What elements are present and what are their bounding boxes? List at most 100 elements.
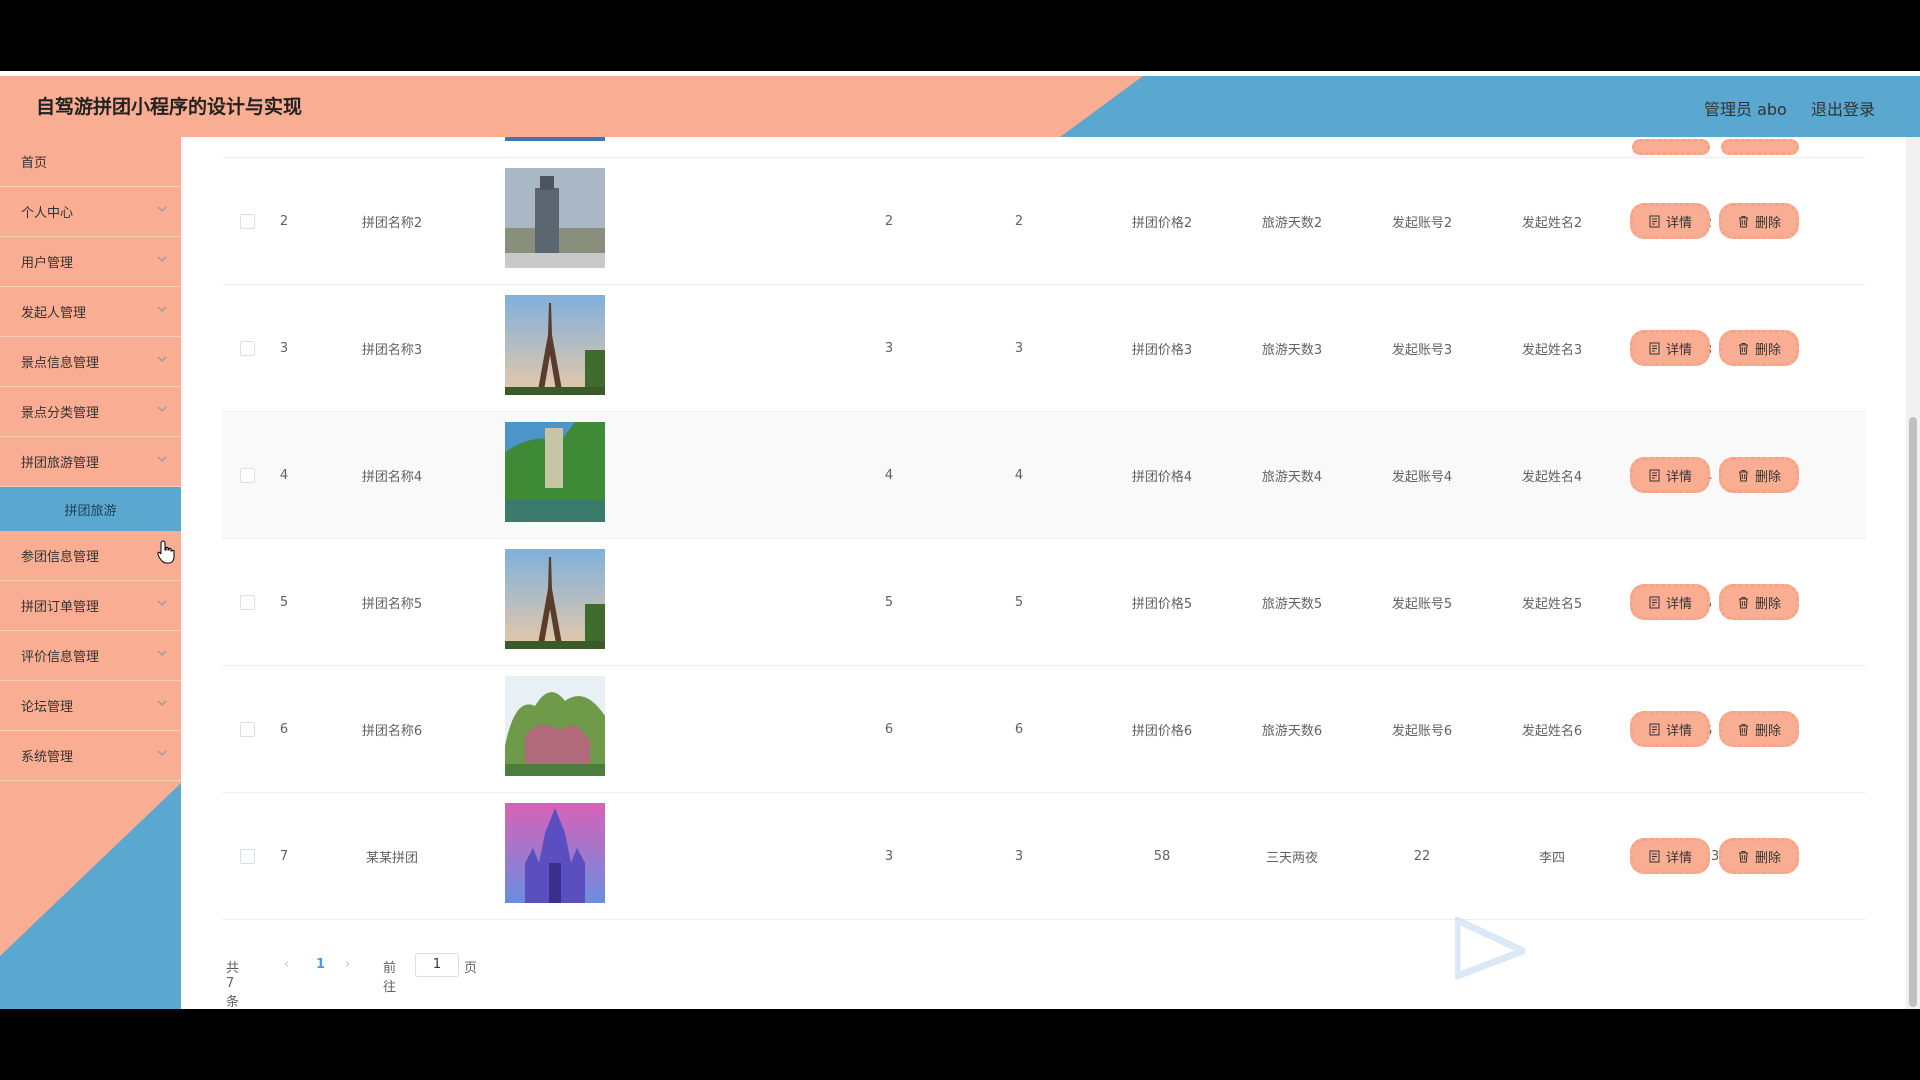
cell-name: 拼团名称6: [361, 724, 423, 739]
document-icon: [1649, 723, 1660, 735]
cell-c2: 5: [1014, 595, 1024, 610]
cell-c1: 3: [884, 849, 894, 864]
sidebar-item-4[interactable]: 景点信息管理: [0, 337, 181, 387]
cell-c1: 2: [884, 214, 894, 229]
delete-label: 删除: [1754, 723, 1781, 739]
cell-days: 旅游天数3: [1261, 343, 1323, 358]
trash-icon: [1738, 215, 1748, 227]
top-header: 自驾游拼团小程序的设计与实现 管理员 abo 退出登录: [0, 76, 1920, 137]
goto-page-input[interactable]: 1: [415, 953, 459, 977]
cell-person: 发起姓名4: [1521, 470, 1583, 485]
sidebar-item-5[interactable]: 景点分类管理: [0, 387, 181, 437]
tour-image-karst-mountain-scene: [505, 676, 605, 776]
delete-button[interactable]: 删除: [1719, 203, 1799, 239]
detail-button[interactable]: 详情: [1630, 584, 1710, 620]
chevron-down-icon: [157, 356, 167, 362]
sidebar-item-label: 论坛管理: [21, 700, 74, 715]
cell-price: 拼团价格5: [1131, 597, 1193, 612]
detail-button-partial[interactable]: [1632, 139, 1710, 155]
delete-label: 删除: [1754, 850, 1781, 866]
cell-idx: 4: [279, 468, 289, 483]
vertical-scrollbar[interactable]: [1906, 137, 1920, 1009]
sidebar-item-6[interactable]: 拼团旅游管理: [0, 437, 181, 487]
cell-account: 发起账号2: [1391, 216, 1453, 231]
delete-button[interactable]: 删除: [1719, 584, 1799, 620]
cell-account: 22: [1413, 849, 1431, 864]
sidebar-item-8[interactable]: 参团信息管理: [0, 531, 181, 581]
tour-image-green-cliff-scene: [505, 422, 605, 522]
prev-page-icon[interactable]: ‹: [284, 957, 289, 972]
cell-idx: 5: [279, 595, 289, 610]
current-user: 管理员 abo: [1704, 100, 1787, 119]
chevron-down-icon: [157, 256, 167, 262]
table-row: 7某某拼团3358三天两夜22李四13333333333详情删除: [222, 793, 1866, 920]
sidebar-item-10[interactable]: 评价信息管理: [0, 631, 181, 681]
cell-idx: 2: [279, 214, 289, 229]
cell-person: 发起姓名5: [1521, 597, 1583, 612]
sidebar-item-12[interactable]: 系统管理: [0, 731, 181, 781]
delete-button[interactable]: 删除: [1719, 330, 1799, 366]
chevron-down-icon: [157, 306, 167, 312]
sidebar-item-9[interactable]: 拼团订单管理: [0, 581, 181, 631]
cell-idx: 6: [279, 722, 289, 737]
cell-name: 某某拼团: [365, 851, 418, 866]
row-checkbox[interactable]: [240, 214, 255, 229]
row-checkbox[interactable]: [240, 849, 255, 864]
delete-button[interactable]: 删除: [1719, 711, 1799, 747]
row-checkbox[interactable]: [240, 341, 255, 356]
cell-account: 发起账号3: [1391, 343, 1453, 358]
row-checkbox[interactable]: [240, 722, 255, 737]
cell-c2: 3: [1014, 341, 1024, 356]
trash-icon: [1738, 850, 1748, 862]
sidebar-item-label: 用户管理: [21, 256, 74, 271]
detail-button[interactable]: 详情: [1630, 457, 1710, 493]
sidebar-subitem-7[interactable]: 拼团旅游: [0, 487, 181, 531]
goto-suffix: 页: [464, 961, 478, 976]
sidebar-item-label: 参团信息管理: [21, 550, 100, 565]
cell-c2: 6: [1014, 722, 1024, 737]
document-icon: [1649, 342, 1660, 354]
detail-label: 详情: [1665, 215, 1692, 231]
delete-label: 删除: [1754, 342, 1781, 358]
table-row: 4拼团名称444拼团价格4旅游天数4发起账号4发起姓名4联系手机4详情删除: [222, 412, 1866, 539]
document-icon: [1649, 215, 1660, 227]
row-checkbox[interactable]: [240, 468, 255, 483]
document-icon: [1649, 850, 1660, 862]
sidebar-item-2[interactable]: 用户管理: [0, 237, 181, 287]
detail-button[interactable]: 详情: [1630, 330, 1710, 366]
delete-button-partial[interactable]: [1721, 139, 1799, 155]
detail-label: 详情: [1665, 342, 1692, 358]
page-number-current[interactable]: 1: [316, 957, 325, 972]
trash-icon: [1738, 342, 1748, 354]
sidebar-item-3[interactable]: 发起人管理: [0, 287, 181, 337]
delete-button[interactable]: 删除: [1719, 838, 1799, 874]
chevron-down-icon: [157, 700, 167, 706]
detail-button[interactable]: 详情: [1630, 838, 1710, 874]
detail-button[interactable]: 详情: [1630, 711, 1710, 747]
next-page-icon[interactable]: ›: [345, 957, 350, 972]
delete-button[interactable]: 删除: [1719, 457, 1799, 493]
chevron-down-icon: [157, 650, 167, 656]
sidebar-item-1[interactable]: 个人中心: [0, 187, 181, 237]
table-row: 3拼团名称333拼团价格3旅游天数3发起账号3发起姓名3联系手机3详情删除: [222, 285, 1866, 412]
scrollbar-thumb[interactable]: [1909, 417, 1917, 1007]
delete-label: 删除: [1754, 469, 1781, 485]
chevron-down-icon: [157, 406, 167, 412]
cell-c2: 3: [1014, 849, 1024, 864]
tour-image-monument-scene: [505, 168, 605, 268]
cell-c2: 2: [1014, 214, 1024, 229]
chevron-down-icon: [157, 456, 167, 462]
sidebar-item-0[interactable]: 首页: [0, 137, 181, 187]
logout-link[interactable]: 退出登录: [1811, 96, 1875, 120]
sidebar: 首页 个人中心用户管理发起人管理 景点信息管理 景点分类管理 拼团旅游管理 拼团旅游参团信…: [0, 137, 181, 1009]
table-row: 6拼团名称666拼团价格6旅游天数6发起账号6发起姓名6联系手机6详情删除: [222, 666, 1866, 793]
cell-name: 拼团名称3: [361, 343, 423, 358]
delete-label: 删除: [1754, 596, 1781, 612]
sidebar-item-11[interactable]: 论坛管理: [0, 681, 181, 731]
row-checkbox[interactable]: [240, 595, 255, 610]
cell-price: 拼团价格2: [1131, 216, 1193, 231]
chevron-down-icon: [157, 206, 167, 212]
cell-c1: 5: [884, 595, 894, 610]
detail-button[interactable]: 详情: [1630, 203, 1710, 239]
delete-label: 删除: [1754, 215, 1781, 231]
